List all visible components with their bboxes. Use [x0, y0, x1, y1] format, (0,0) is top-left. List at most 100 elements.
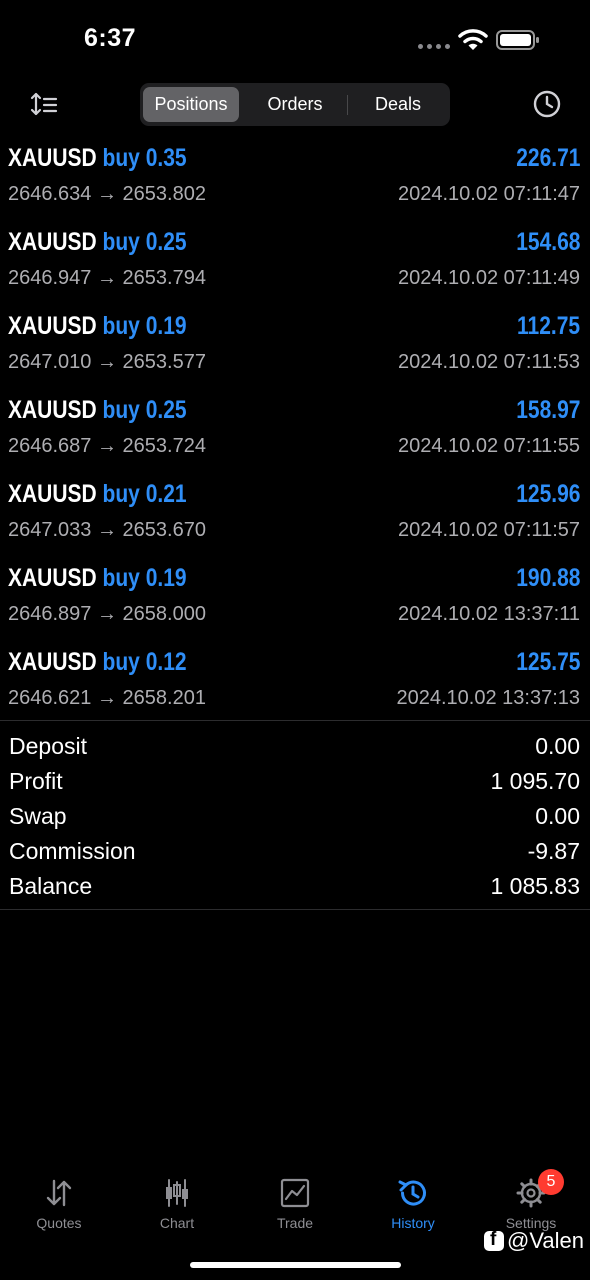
- position-symbol: XAUUSD: [8, 480, 97, 508]
- cellular-signal-icon: [418, 44, 450, 49]
- position-symbol: XAUUSD: [8, 228, 97, 256]
- position-volume: 0.21: [145, 480, 187, 508]
- tab-positions[interactable]: Positions: [143, 87, 239, 122]
- tab-label: Chart: [159, 1215, 195, 1231]
- position-row[interactable]: XAUUSD buy 0.35 226.71 2646.634 → 2653.8…: [0, 138, 590, 222]
- summary-value: 1 085.83: [490, 873, 580, 899]
- position-profit: 158.97: [515, 396, 580, 424]
- position-direction: buy: [102, 648, 140, 676]
- wifi-icon: [458, 29, 488, 50]
- position-prices: 2646.897 → 2658.000: [8, 603, 206, 625]
- tab-deals[interactable]: Deals: [348, 87, 448, 122]
- facebook-icon: [484, 1229, 504, 1251]
- position-title: XAUUSD buy 0.25: [8, 228, 187, 257]
- watermark: @Valen: [484, 1228, 584, 1254]
- position-volume: 0.12: [145, 648, 187, 676]
- position-profit: 125.75: [515, 648, 580, 676]
- status-time: 6:37: [84, 24, 137, 52]
- summary-value: 0.00: [535, 803, 580, 829]
- position-symbol: XAUUSD: [8, 396, 97, 424]
- position-profit: 190.88: [515, 564, 580, 592]
- position-direction: buy: [102, 144, 140, 172]
- home-indicator[interactable]: [190, 1262, 401, 1268]
- position-time: 2024.10.02 13:37:13: [396, 687, 580, 709]
- history-icon: [398, 1180, 426, 1206]
- tab-label: Quotes: [36, 1215, 82, 1231]
- tab-label: History: [391, 1215, 435, 1231]
- position-time: 2024.10.02 07:11:49: [397, 267, 580, 289]
- position-prices: 2647.010 → 2653.577: [8, 351, 206, 373]
- position-row[interactable]: XAUUSD buy 0.12 125.75 2646.621 → 2658.2…: [0, 642, 590, 726]
- position-time: 2024.10.02 07:11:57: [397, 519, 580, 541]
- top-navigation: Positions Orders Deals: [0, 80, 590, 130]
- summary-label: Deposit: [9, 733, 87, 759]
- summary-value: -9.87: [527, 838, 580, 864]
- position-volume: 0.25: [145, 396, 187, 424]
- summary-label: Commission: [9, 838, 136, 864]
- tab-quotes[interactable]: Quotes: [0, 1177, 118, 1231]
- tab-settings[interactable]: Settings 5: [472, 1169, 590, 1231]
- position-direction: buy: [102, 312, 140, 340]
- summary-value: 0.00: [535, 733, 580, 759]
- position-profit: 112.75: [516, 312, 580, 340]
- position-time: 2024.10.02 07:11:47: [397, 183, 580, 205]
- summary-value: 1 095.70: [490, 768, 580, 794]
- tab-orders[interactable]: Orders: [244, 87, 346, 122]
- tab-trade[interactable]: Trade: [236, 1177, 354, 1231]
- position-symbol: XAUUSD: [8, 564, 97, 592]
- position-direction: buy: [102, 228, 140, 256]
- summary-label: Swap: [9, 803, 67, 829]
- position-symbol: XAUUSD: [8, 648, 97, 676]
- summary-row-commission: Commission -9.87: [0, 834, 590, 869]
- summary-label: Balance: [9, 873, 93, 899]
- position-title: XAUUSD buy 0.19: [8, 312, 187, 341]
- positions-list: XAUUSD buy 0.35 226.71 2646.634 → 2653.8…: [0, 138, 590, 726]
- clock-icon[interactable]: [532, 89, 562, 119]
- position-direction: buy: [102, 396, 140, 424]
- summary-row-deposit: Deposit 0.00: [0, 729, 590, 764]
- position-title: XAUUSD buy 0.19: [8, 564, 187, 593]
- position-title: XAUUSD buy 0.25: [8, 396, 187, 425]
- tab-label: Trade: [276, 1215, 314, 1231]
- trade-icon: [280, 1178, 310, 1208]
- position-direction: buy: [102, 480, 140, 508]
- position-title: XAUUSD buy 0.35: [8, 144, 187, 173]
- position-row[interactable]: XAUUSD buy 0.25 158.97 2646.687 → 2653.7…: [0, 390, 590, 474]
- position-symbol: XAUUSD: [8, 312, 97, 340]
- watermark-text: @Valen: [507, 1228, 584, 1253]
- position-direction: buy: [102, 564, 140, 592]
- position-prices: 2646.947 → 2653.794: [8, 267, 206, 289]
- summary-row-swap: Swap 0.00: [0, 799, 590, 834]
- position-row[interactable]: XAUUSD buy 0.19 112.75 2647.010 → 2653.5…: [0, 306, 590, 390]
- summary-label: Profit: [9, 768, 63, 794]
- position-time: 2024.10.02 13:37:11: [397, 603, 580, 625]
- candlestick-icon: [166, 1179, 188, 1207]
- position-title: XAUUSD buy 0.12: [8, 648, 187, 677]
- tab-history[interactable]: History: [354, 1177, 472, 1231]
- account-summary: Deposit 0.00 Profit 1 095.70 Swap 0.00 C…: [0, 720, 590, 910]
- status-bar: 6:37: [0, 0, 590, 80]
- position-volume: 0.19: [145, 312, 187, 340]
- sort-icon[interactable]: [30, 92, 58, 118]
- view-segmented-control: Positions Orders Deals: [140, 83, 450, 126]
- summary-row-balance: Balance 1 085.83: [0, 869, 590, 904]
- position-symbol: XAUUSD: [8, 144, 97, 172]
- position-row[interactable]: XAUUSD buy 0.21 125.96 2647.033 → 2653.6…: [0, 474, 590, 558]
- position-row[interactable]: XAUUSD buy 0.25 154.68 2646.947 → 2653.7…: [0, 222, 590, 306]
- position-volume: 0.19: [145, 564, 187, 592]
- position-prices: 2646.687 → 2653.724: [8, 435, 206, 457]
- position-profit: 226.71: [515, 144, 580, 172]
- position-profit: 125.96: [515, 480, 580, 508]
- battery-icon: [496, 30, 539, 50]
- tab-chart[interactable]: Chart: [118, 1177, 236, 1231]
- notification-badge: 5: [538, 1169, 564, 1195]
- position-profit: 154.68: [515, 228, 580, 256]
- position-row[interactable]: XAUUSD buy 0.19 190.88 2646.897 → 2658.0…: [0, 558, 590, 642]
- position-volume: 0.25: [145, 228, 187, 256]
- position-time: 2024.10.02 07:11:55: [397, 435, 580, 457]
- position-title: XAUUSD buy 0.21: [8, 480, 187, 509]
- summary-row-profit: Profit 1 095.70: [0, 764, 590, 799]
- position-volume: 0.35: [145, 144, 187, 172]
- position-prices: 2646.634 → 2653.802: [8, 183, 206, 205]
- position-prices: 2647.033 → 2653.670: [8, 519, 206, 541]
